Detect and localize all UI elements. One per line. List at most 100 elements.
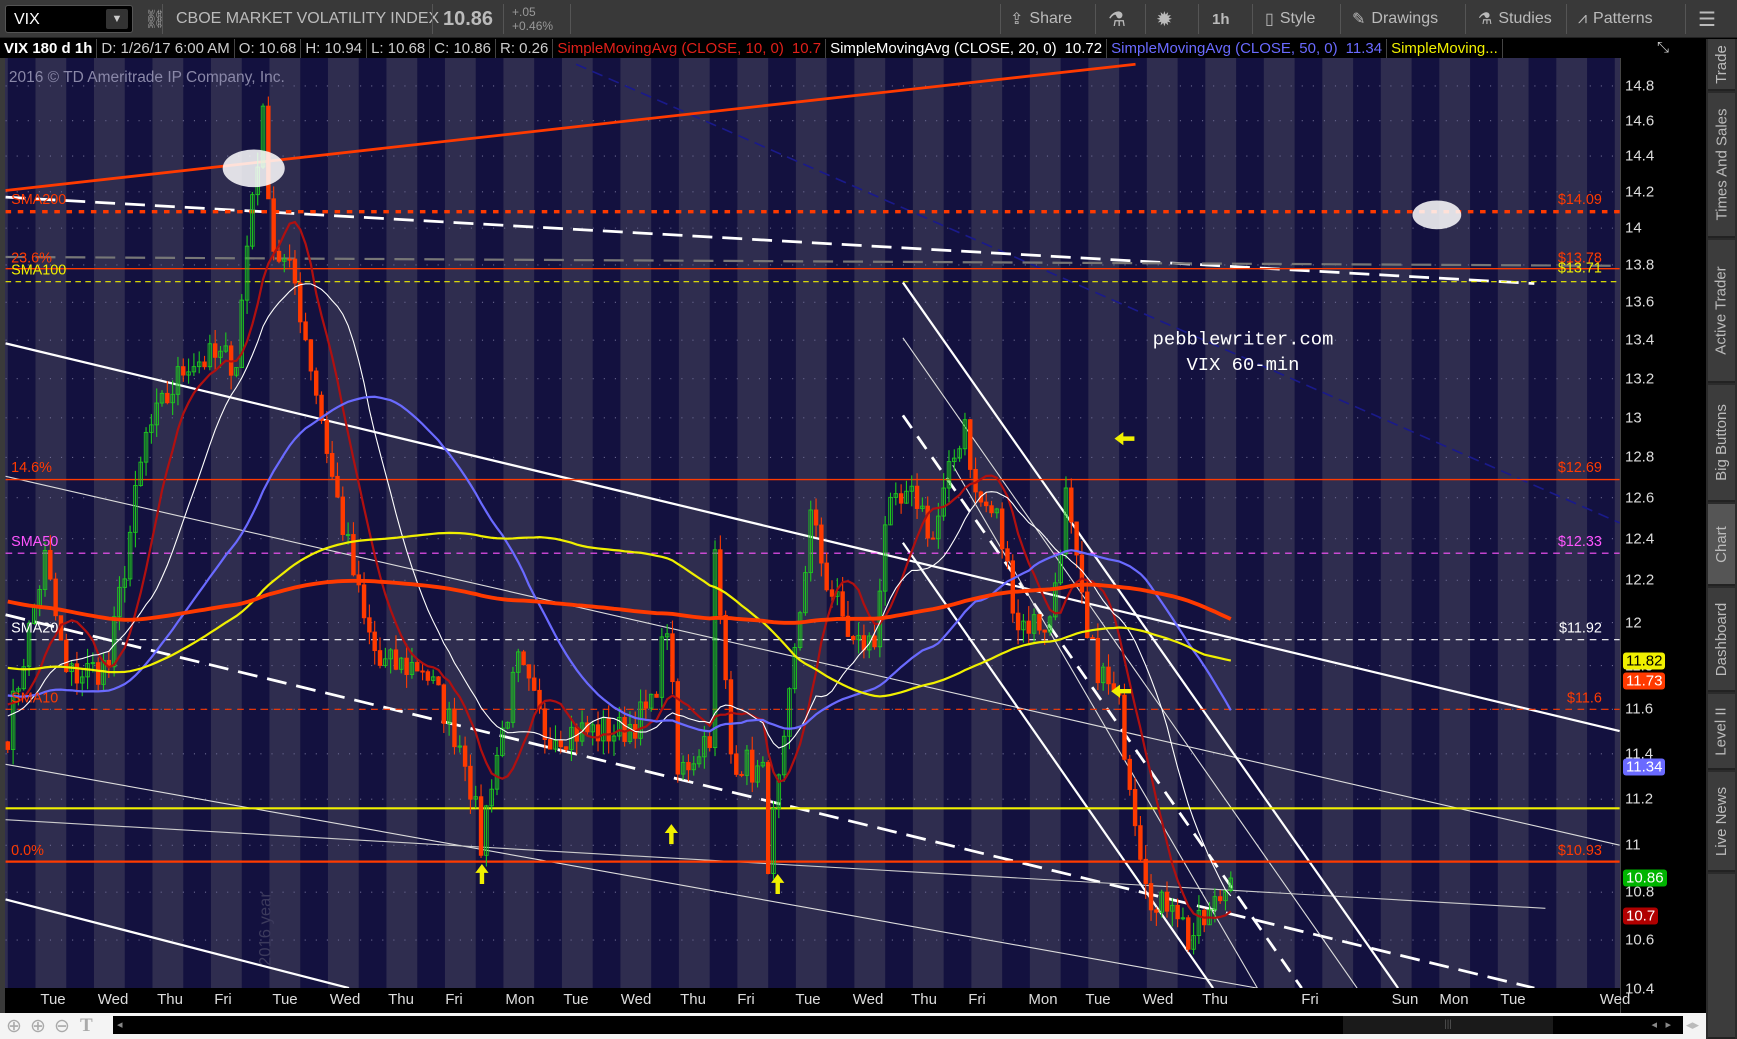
resize-handle-icon[interactable]: ◂▸ <box>1686 1017 1699 1033</box>
price-tick-label: 14.4 <box>1625 147 1655 165</box>
sidebar-tab-live-news[interactable]: Live News <box>1708 772 1735 872</box>
style-button[interactable]: ▯ Style <box>1265 0 1315 38</box>
sidebar-tab-label: Trade <box>1713 44 1731 84</box>
candle-body <box>1175 904 1180 920</box>
candle-body <box>478 796 484 856</box>
session-stripe <box>1411 58 1440 988</box>
highlight-ellipse <box>1412 200 1462 230</box>
link-icon[interactable]: ⛓ <box>144 0 167 38</box>
drawings-button[interactable]: ✎ Drawings <box>1352 0 1438 38</box>
sma10-value: 10.7 <box>788 39 827 58</box>
sidebar-tab-big-buttons[interactable]: Big Buttons <box>1708 385 1735 502</box>
candle-body <box>670 633 675 683</box>
sidebar-tab-chart[interactable]: Chart <box>1708 504 1735 586</box>
chart-plot-area[interactable]: 2016 © TD Ameritrade IP Company, Inc. 20… <box>5 58 1620 988</box>
sidebar-tab-dashboard[interactable]: Dashboard <box>1708 588 1735 692</box>
time-axis[interactable]: Tue Wed Thu Fri Tue Wed Thu Fri Mon Tue Wed Thu Fri T… <box>5 988 1630 1013</box>
candle-body <box>308 339 314 372</box>
sidebar-tab-label: Live News <box>1713 786 1731 856</box>
candle-body <box>1026 620 1031 634</box>
timeframe-button[interactable]: 1h <box>1212 0 1230 38</box>
time-tick-label: Tue <box>40 991 66 1008</box>
candle-body <box>675 681 681 775</box>
sidebar-tab-trade[interactable]: Trade <box>1708 39 1735 91</box>
time-tick-label: Thu <box>911 991 937 1008</box>
sma50-level-label: SMA50 <box>11 534 58 550</box>
menu-icon[interactable]: ☰ <box>1698 0 1716 38</box>
time-tick-label: Mon <box>1439 991 1469 1008</box>
studies-button[interactable]: ⚗ Studies <box>1478 0 1552 38</box>
candle-icon: ▯ <box>1265 11 1274 28</box>
scroll-left-icon[interactable]: ◂ <box>1651 1018 1657 1031</box>
candle-body <box>372 631 377 652</box>
sma20-label[interactable]: SimpleMovingAvg (CLOSE, 20, 0) <box>826 39 1061 58</box>
zoom-in-icon[interactable]: ⊕ <box>30 1015 46 1038</box>
sma10-label[interactable]: SimpleMovingAvg (CLOSE, 10, 0) <box>553 39 788 58</box>
level-label-116: $11.6 <box>1567 690 1602 706</box>
price-tick-label: 13.6 <box>1625 293 1655 311</box>
candle-body <box>914 485 920 509</box>
candle-body <box>212 343 218 358</box>
gear-icon[interactable]: ✹ <box>1156 0 1173 38</box>
candle-body <box>819 524 824 564</box>
candle-body <box>404 657 409 675</box>
candle-body <box>999 508 1005 550</box>
price-tick-label: 14.2 <box>1625 183 1655 201</box>
candle-body <box>1037 614 1042 631</box>
share-button[interactable]: ⇪ Share <box>1010 0 1072 38</box>
candle-body <box>452 708 457 748</box>
time-tick-label: Wed <box>620 991 652 1008</box>
time-tick-label: Thu <box>680 991 706 1008</box>
patterns-button[interactable]: ⩘ Patterns <box>1578 0 1653 38</box>
candle-body <box>983 501 989 507</box>
candle-body <box>872 635 877 648</box>
annotation-title: VIX 60-min <box>1186 354 1299 376</box>
text-tool-icon[interactable]: T <box>80 1015 93 1037</box>
candle-body <box>532 677 537 691</box>
candle-body <box>436 676 441 686</box>
price-axis[interactable]: 14.8 14.6 14.4 14.2 14 13.8 13.6 13.4 13.2 13 12.8… <box>1620 58 1706 1013</box>
chevron-down-icon[interactable]: ▼ <box>106 9 128 29</box>
expand-collapse-icon[interactable]: ⤡ <box>1620 39 1706 58</box>
sidebar-tab-label: Chart <box>1713 525 1730 563</box>
level-label-1093: $10.93 <box>1558 843 1602 859</box>
net-change: +.05 <box>512 5 536 19</box>
time-tick-label: Thu <box>388 991 414 1008</box>
time-tick-label: Thu <box>157 991 183 1008</box>
sma50-label[interactable]: SimpleMovingAvg (CLOSE, 50, 0) <box>1107 39 1342 58</box>
candle-body <box>851 636 856 641</box>
chart-scrollbar[interactable]: ◂ ||| ◂ ▸ <box>113 1016 1683 1034</box>
symbol-selector[interactable]: VIX ▼ <box>5 5 133 33</box>
candle-body <box>425 671 431 681</box>
price-tick-label: 13.2 <box>1625 370 1655 388</box>
sidebar-tab-level-ii[interactable]: Level II <box>1708 694 1735 770</box>
sma20-level-label: SMA20 <box>11 621 58 637</box>
scroll-right-icon[interactable]: ▸ <box>1665 1018 1671 1031</box>
candle-body <box>287 258 292 261</box>
sidebar-tab-active-trader[interactable]: Active Trader <box>1708 240 1735 383</box>
sidebar-tab-times-and-sales[interactable]: Times And Sales <box>1708 93 1735 238</box>
candle-body <box>1122 694 1127 760</box>
flask-icon[interactable]: ⚗ <box>1108 0 1126 38</box>
crosshair-icon[interactable]: ⊕ <box>6 1015 22 1038</box>
sma-yellow-label[interactable]: SimpleMoving... <box>1387 39 1503 58</box>
time-tick-label: Fri <box>214 991 232 1008</box>
last-price: 10.86 <box>443 7 494 30</box>
candle-body <box>718 549 723 616</box>
price-tick-label: 12.8 <box>1625 448 1655 466</box>
sidebar-empty <box>1708 874 1735 1039</box>
session-stripe <box>534 58 562 988</box>
session-stripe <box>241 58 270 988</box>
zoom-out-icon[interactable]: ⊖ <box>54 1015 70 1038</box>
price-tick-label: 14.6 <box>1625 112 1655 130</box>
sidebar-tab-label: Level II <box>1713 706 1730 756</box>
sma10-level-label: SMA10 <box>11 690 58 706</box>
candle-body <box>989 505 994 514</box>
time-tick-label: Wed <box>1599 991 1631 1008</box>
level-label-1409: $14.09 <box>1558 192 1602 208</box>
candle-body <box>606 717 611 742</box>
time-tick-label: Fri <box>737 991 755 1008</box>
scroll-left-icon[interactable]: ◂ <box>117 1018 123 1031</box>
scrollbar-thumb[interactable]: ||| <box>1343 1016 1553 1034</box>
time-tick-label: Wed <box>852 991 884 1008</box>
